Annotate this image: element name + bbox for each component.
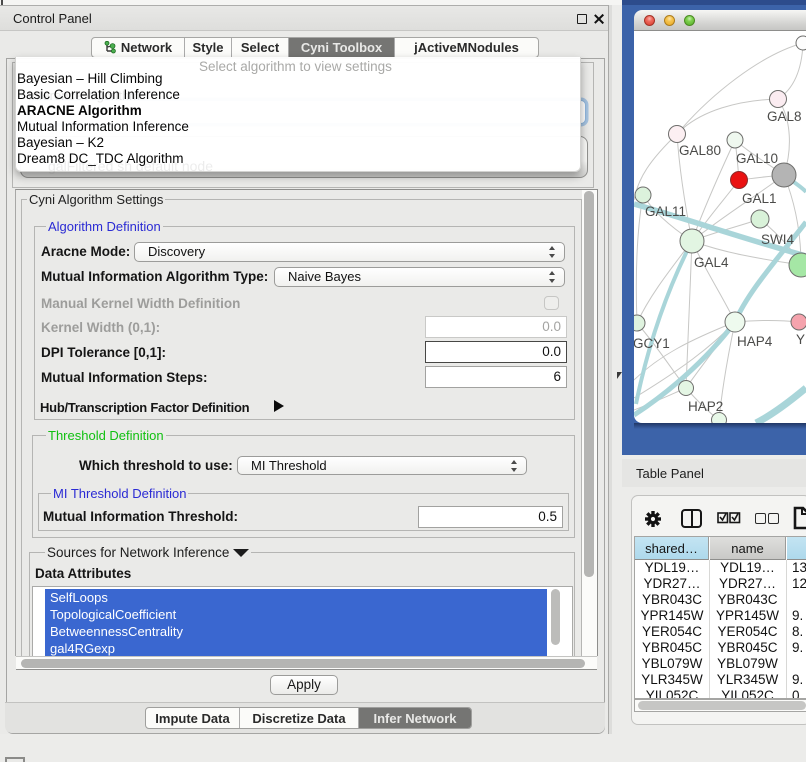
- svg-text:GCY1: GCY1: [634, 336, 670, 351]
- svg-text:GAL80: GAL80: [679, 143, 721, 158]
- svg-text:GAL10: GAL10: [736, 151, 778, 166]
- svg-text:Y: Y: [796, 332, 805, 347]
- svg-text:GAL1: GAL1: [742, 191, 777, 206]
- svg-text:HAP4: HAP4: [737, 334, 773, 349]
- svg-text:HAP2: HAP2: [688, 399, 723, 414]
- svg-text:SWI4: SWI4: [761, 232, 794, 247]
- svg-text:GAL4: GAL4: [694, 255, 729, 270]
- svg-text:GAL8: GAL8: [767, 109, 802, 124]
- svg-text:GAL11: GAL11: [645, 204, 686, 219]
